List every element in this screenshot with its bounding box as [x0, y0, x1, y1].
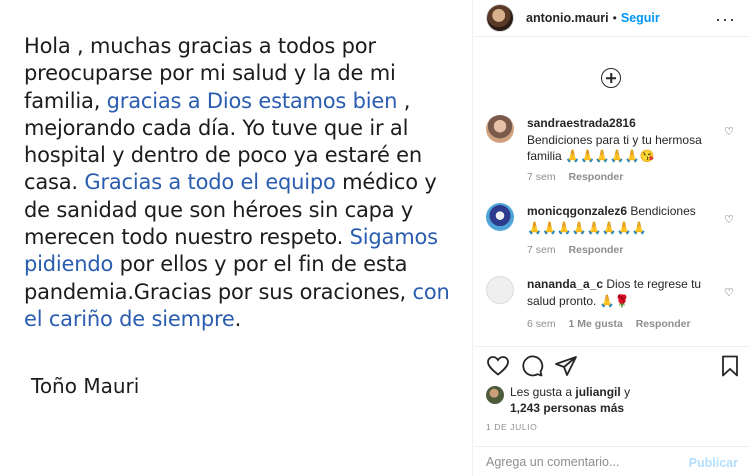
comment-time[interactable]: 7 sem: [527, 244, 556, 256]
bookmark-icon[interactable]: [718, 354, 742, 378]
post-date[interactable]: 1 DE JULIO: [486, 422, 537, 432]
comment-like-icon[interactable]: ♡: [724, 286, 734, 299]
divider: [474, 346, 750, 347]
comment-username[interactable]: monicqgonzalez6: [527, 204, 627, 218]
follow-button[interactable]: Seguir: [621, 11, 660, 25]
add-comment-bar: Publicar: [474, 446, 750, 476]
comment-like-icon[interactable]: ♡: [724, 213, 734, 226]
author-username[interactable]: antonio.mauri: [526, 11, 609, 25]
post-text: Hola , muchas gracias a todos por preocu…: [24, 33, 464, 333]
comment-emojis: 🙏🌹: [599, 293, 630, 308]
comment-time[interactable]: 6 sem: [527, 318, 556, 330]
likes-text[interactable]: Les gusta a juliangil y 1,243 personas m…: [510, 384, 740, 416]
post-image[interactable]: Hola , muchas gracias a todos por preocu…: [0, 0, 473, 476]
author-avatar[interactable]: [486, 4, 514, 32]
post-sidebar: antonio.mauri • Seguir ··· sandraestrada…: [474, 0, 750, 476]
share-icon[interactable]: [554, 354, 578, 378]
comment-item: nananda_a_c Dios te regrese tu salud pro…: [486, 276, 742, 336]
commenter-avatar[interactable]: [486, 276, 514, 304]
post-signature: Toño Mauri: [31, 374, 140, 398]
comment-meta: 6 sem 1 Me gusta Responder: [527, 318, 701, 330]
likes-count[interactable]: 1,243 personas más: [510, 401, 624, 415]
comment-reply-button[interactable]: Responder: [569, 171, 624, 183]
publish-button[interactable]: Publicar: [689, 456, 738, 470]
post-actions: [486, 354, 742, 380]
comment-meta: 7 sem Responder: [527, 244, 633, 256]
header-separator: •: [612, 11, 617, 25]
commenter-avatar[interactable]: [486, 203, 514, 231]
likes-prefix: Les gusta a: [510, 385, 576, 399]
comment-item: sandraestrada2816 Bendiciones para ti y …: [486, 115, 742, 185]
comment-username[interactable]: sandraestrada2816: [527, 116, 636, 130]
load-more-comments-icon[interactable]: [601, 68, 621, 88]
likes-conjunction: y: [620, 385, 631, 399]
comment-like-icon[interactable]: ♡: [724, 125, 734, 138]
heart-icon[interactable]: [486, 354, 510, 378]
comment-body: nananda_a_c Dios te regrese tu salud pro…: [527, 276, 713, 309]
comment-item: monicqgonzalez6 Bendiciones 🙏🙏🙏🙏🙏🙏🙏🙏 ♡ 7…: [486, 203, 742, 263]
post-text-segment: .: [234, 306, 242, 331]
comment-reply-button[interactable]: Responder: [636, 318, 691, 330]
comment-body: sandraestrada2816 Bendiciones para ti y …: [527, 115, 713, 165]
comment-body: monicqgonzalez6 Bendiciones 🙏🙏🙏🙏🙏🙏🙏🙏: [527, 203, 713, 236]
comment-emojis: 🙏🙏🙏🙏🙏😘: [565, 149, 655, 163]
more-icon[interactable]: ···: [715, 9, 736, 30]
comment-username[interactable]: nananda_a_c: [527, 277, 603, 291]
comment-input[interactable]: [486, 454, 676, 469]
post-header: antonio.mauri • Seguir ···: [474, 0, 750, 37]
comment-icon[interactable]: [520, 354, 544, 378]
liker-username[interactable]: juliangil: [575, 385, 620, 399]
comment-likes[interactable]: 1 Me gusta: [569, 318, 623, 330]
comment-time[interactable]: 7 sem: [527, 171, 556, 183]
comment-reply-button[interactable]: Responder: [569, 244, 624, 256]
comment-meta: 7 sem Responder: [527, 171, 633, 183]
commenter-avatar[interactable]: [486, 115, 514, 143]
liker-avatar[interactable]: [486, 386, 504, 404]
highlighted-phrase: gracias a Dios estamos bien: [106, 88, 398, 113]
comment-emojis: 🙏🙏🙏🙏🙏🙏🙏🙏: [527, 220, 647, 235]
highlighted-phrase: Gracias a todo el equipo: [84, 170, 336, 195]
comment-text: Bendiciones: [630, 204, 696, 218]
